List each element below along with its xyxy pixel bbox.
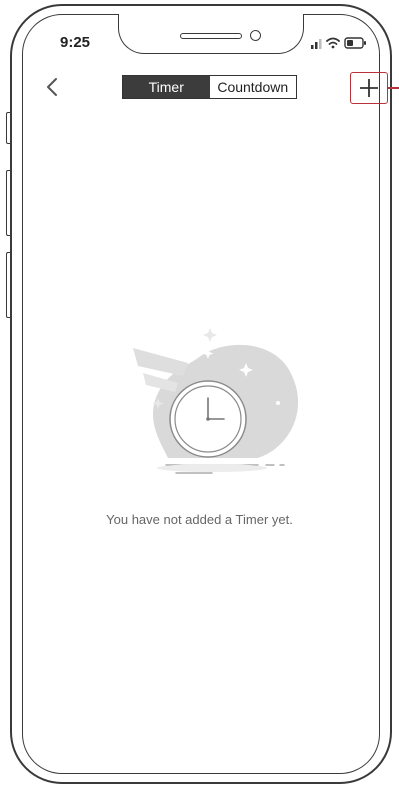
add-timer-button[interactable]: [350, 72, 388, 104]
callout-pointer: [388, 87, 399, 89]
speaker: [180, 33, 242, 39]
clock-icon: [169, 380, 247, 458]
front-camera: [250, 30, 261, 41]
tab-timer[interactable]: Timer: [123, 76, 210, 98]
empty-state-message: You have not added a Timer yet.: [106, 512, 293, 527]
plus-icon: [360, 79, 378, 97]
chevron-left-icon: [47, 78, 57, 96]
status-time: 9:25: [60, 34, 91, 51]
tab-countdown[interactable]: Countdown: [209, 76, 296, 98]
signal-icon: [311, 39, 322, 49]
back-button[interactable]: [38, 72, 66, 102]
status-icons: [311, 36, 381, 50]
wifi-icon: [326, 37, 340, 49]
battery-icon: [344, 37, 366, 49]
mode-tabs: Timer Countdown: [122, 75, 297, 99]
empty-timer-illustration: [133, 328, 299, 474]
